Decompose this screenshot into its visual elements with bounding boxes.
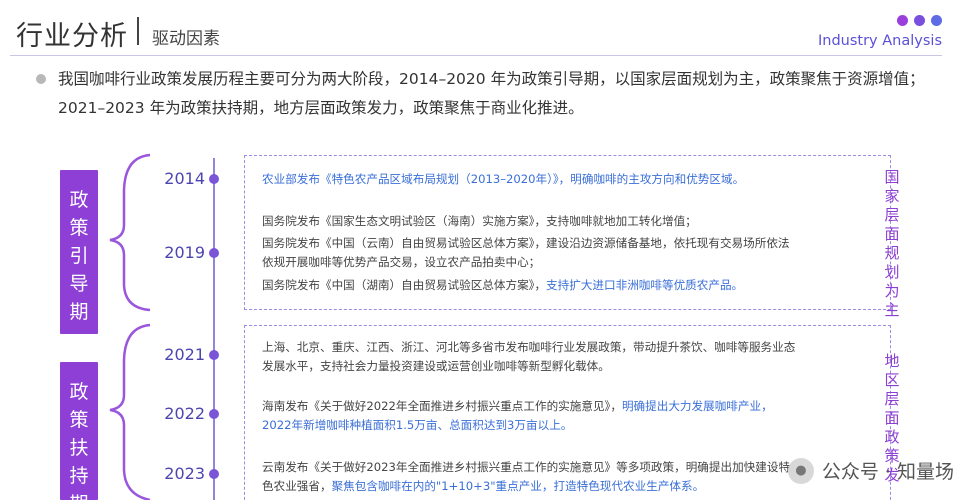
policy-entry-2023-l2: 色农业强省，聚焦包含咖啡在内的"1+10+3"重点产业，打造特色现代农业生产体系… xyxy=(262,477,862,496)
level-char: 划 xyxy=(884,263,900,281)
wechat-icon: ● xyxy=(787,457,814,484)
level-char: 主 xyxy=(884,301,900,319)
policy-entry-2019-yunnan-l1: 国务院发布《中国（云南）自由贸易试验区总体方案》，建设沿边资源储备基地，依托现有… xyxy=(262,236,790,250)
timeline-node xyxy=(209,174,219,184)
phase-char: 引 xyxy=(69,245,89,267)
level-char: 为 xyxy=(884,282,900,300)
policy-entry-2019-yunnan-l2: 依规开展咖啡等优势产品交易，设立农产品拍卖中心； xyxy=(262,255,541,269)
policy-entry-2014: 农业部发布《特色农产品区域布局规划（2013–2020年）》，明确咖啡的主攻方向… xyxy=(262,172,745,186)
phase-char: 策 xyxy=(69,409,89,431)
entry-text: 色农业强省， xyxy=(262,479,332,493)
level-char: 地 xyxy=(884,352,900,370)
phase-char: 期 xyxy=(69,301,89,323)
policy-entry-2022-l1: 海南发布《关于做好2022年全面推进乡村振兴重点工作的实施意见》，明确提出大力发… xyxy=(262,397,862,416)
level-char: 规 xyxy=(884,244,900,262)
level-char: 家 xyxy=(884,187,900,205)
policy-entry-2022-l2: 2022年新增咖啡种植面积1.5万亩、总面积达到3万亩以上。 xyxy=(262,418,573,432)
level-char: 面 xyxy=(884,225,900,243)
phase-char: 政 xyxy=(69,189,89,211)
phase-char: 导 xyxy=(69,273,89,295)
phase-char: 持 xyxy=(69,465,89,487)
level-char: 国 xyxy=(884,168,900,186)
level-char: 层 xyxy=(884,206,900,224)
entry-highlight: 支持扩大进口非洲咖啡等优质农产品。 xyxy=(546,278,744,292)
watermark: ● 公众号 · 知量场 xyxy=(787,457,954,484)
entry-highlight: 聚焦包含咖啡在内的"1+10+3"重点产业，打造特色现代农业生产体系。 xyxy=(331,479,705,493)
policy-entry-2023-l1: 云南发布《关于做好2023年全面推进乡村振兴重点工作的实施意见》等多项政策，明确… xyxy=(262,460,791,474)
entry-highlight: 明确提出大力发展咖啡产业， xyxy=(621,399,773,413)
policy-entry-2019-hunan: 国务院发布《中国（湖南）自由贸易试验区总体方案》，支持扩大进口非洲咖啡等优质农产… xyxy=(262,276,862,295)
entry-text: 国务院发布《中国（湖南）自由贸易试验区总体方案》， xyxy=(262,278,547,292)
year-label: 2023 xyxy=(164,464,205,483)
level-label-national: 国 家 层 面 规 划 为 主 xyxy=(882,168,902,320)
year-label: 2021 xyxy=(164,345,205,364)
year-label: 2019 xyxy=(164,243,205,262)
phase-guidance-box: 政 策 引 导 期 xyxy=(60,170,98,334)
policy-entry-2021-l1: 上海、北京、重庆、江西、浙江、河北等多省市发布咖啡行业发展政策，带动提升茶饮、咖… xyxy=(262,340,796,354)
timeline-axis xyxy=(213,158,215,500)
level-char: 区 xyxy=(884,371,900,389)
level-char: 政 xyxy=(884,428,900,446)
policy-entry-2019-hainan: 国务院发布《国家生态文明试验区（海南）实施方案》，支持咖啡就地加工转化增值； xyxy=(262,214,697,228)
level-char: 层 xyxy=(884,390,900,408)
entry-text: 海南发布《关于做好2022年全面推进乡村振兴重点工作的实施意见》， xyxy=(262,399,622,413)
year-label: 2014 xyxy=(164,169,205,188)
timeline-node xyxy=(209,469,219,479)
timeline-node xyxy=(209,248,219,258)
phase-support-box: 政 策 扶 持 期 xyxy=(60,362,98,500)
phase-char: 政 xyxy=(69,381,89,403)
year-label: 2022 xyxy=(164,404,205,423)
timeline-node xyxy=(209,409,219,419)
phase-char: 期 xyxy=(60,490,98,500)
level-char: 面 xyxy=(884,409,900,427)
policy-entry-2021-l2: 发展水平，支持社会力量投资建设或运营创业咖啡等新型孵化载体。 xyxy=(262,359,610,373)
timeline-node xyxy=(209,350,219,360)
phase-char: 扶 xyxy=(69,437,89,459)
phase-char: 策 xyxy=(69,217,89,239)
watermark-text: 公众号 · 知量场 xyxy=(821,461,954,483)
